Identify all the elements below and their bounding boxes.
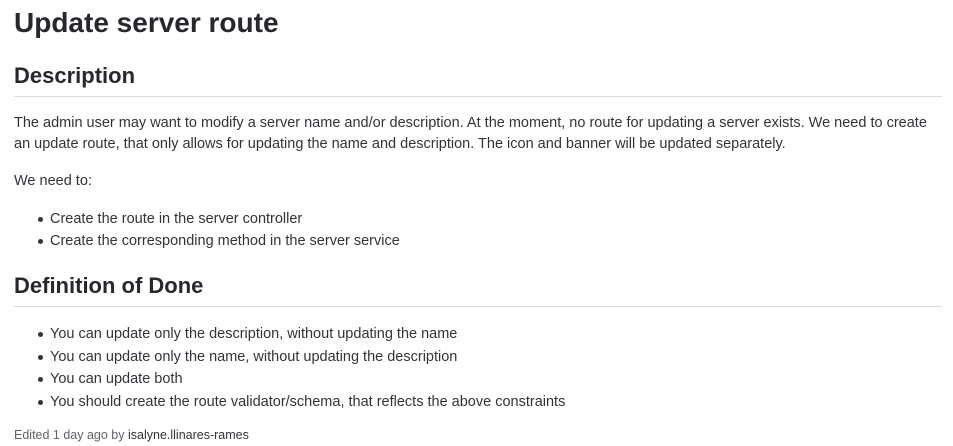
description-heading: Description bbox=[14, 62, 942, 97]
list-item: Create the corresponding method in the s… bbox=[38, 230, 942, 252]
issue-page: Update server route Description The admi… bbox=[14, 0, 942, 443]
list-item: You should create the route validator/sc… bbox=[38, 391, 942, 414]
edited-info: Edited 1 day ago by isalyne.llinares-ram… bbox=[14, 427, 942, 443]
author-link[interactable]: isalyne.llinares-rames bbox=[128, 428, 249, 442]
definition-of-done-list: You can update only the description, wit… bbox=[14, 323, 942, 413]
list-item: Create the route in the server controlle… bbox=[38, 208, 942, 230]
description-paragraph: The admin user may want to modify a serv… bbox=[14, 115, 927, 152]
definition-of-done-heading: Definition of Done bbox=[14, 272, 942, 307]
list-item: You can update both bbox=[38, 368, 942, 391]
need-intro-text: We need to: bbox=[14, 173, 92, 189]
page-title: Update server route bbox=[14, 7, 279, 38]
list-item: You can update only the description, wit… bbox=[38, 323, 942, 346]
task-list: Create the route in the server controlle… bbox=[14, 208, 942, 252]
list-item: You can update only the name, without up… bbox=[38, 346, 942, 369]
edited-prefix: Edited 1 day ago by bbox=[14, 428, 125, 443]
